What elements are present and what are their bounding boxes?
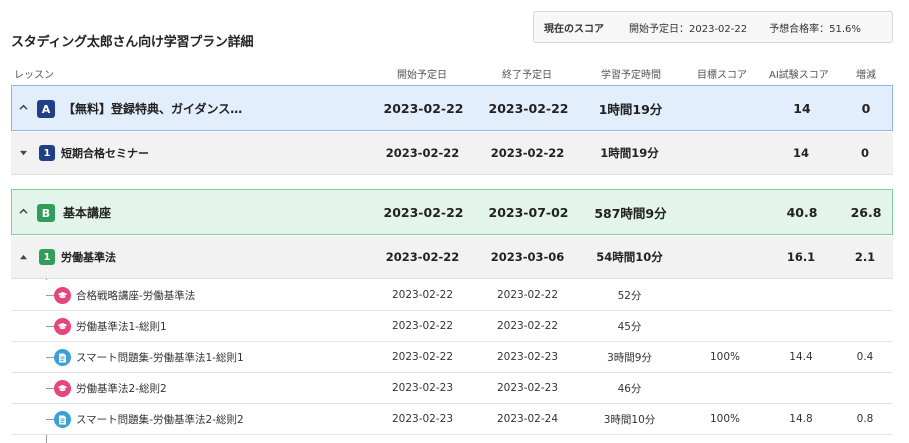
chevron-up-icon[interactable] [19, 103, 28, 112]
subsection-badge: 1 [39, 249, 55, 265]
table-header: レッスン 開始予定日 終了予定日 学習予定時間 目標スコア AI試験スコア 増減 [0, 66, 909, 82]
start-date: 2023-02-22 [383, 100, 464, 116]
ai-score: 14.4 [789, 351, 813, 363]
subsection-badge: 1 [39, 145, 55, 161]
end-date: 2023-02-23 [496, 351, 559, 363]
lesson-title[interactable]: 労働基準法1-総則1 [76, 311, 167, 341]
subsection-title: 労働基準法 [61, 251, 116, 264]
lesson-row[interactable]: 合格戦略講座-労働基準法 2023-02-22 2023-02-22 52分 [11, 280, 893, 311]
end-date: 2023-02-24 [496, 413, 559, 425]
score-diff [835, 280, 895, 310]
lesson-title[interactable]: 合格戦略講座-労働基準法 [76, 280, 195, 310]
section-title: 基本講座 [63, 205, 112, 220]
col-end: 終了予定日 [502, 70, 552, 81]
ai-score [760, 373, 842, 403]
study-time: 587時間9分 [594, 205, 667, 221]
predicted-pass-rate: 予想合格率：51.6% [769, 23, 861, 35]
start-date: 2023-02-23 [391, 413, 454, 425]
planned-start-date: 開始予定日：2023-02-22 [629, 23, 748, 35]
graduation-cap-icon [54, 380, 71, 397]
ai-score: 40.8 [786, 204, 818, 220]
score-diff: 0.4 [856, 351, 874, 363]
ai-score: 14 [792, 146, 809, 160]
start-date: 2023-02-22 [385, 250, 460, 264]
document-icon [54, 411, 71, 428]
current-score-panel: 現在のスコア 開始予定日：2023-02-22 予想合格率：51.6% [533, 11, 893, 43]
section-row-b[interactable]: B 基本講座 2023-02-22 2023-07-02 587時間9分 40.… [11, 189, 893, 235]
graduation-cap-icon [54, 287, 71, 304]
lesson-title[interactable]: スマート問題集-労働基準法1-総則1 [76, 342, 244, 372]
score-diff: 0 [860, 146, 869, 160]
study-time: 1時間19分 [600, 146, 659, 160]
study-time: 3時間10分 [603, 413, 656, 426]
target-score [677, 236, 773, 278]
score-diff: 2.1 [854, 250, 876, 264]
start-date: 2023-02-23 [391, 382, 454, 394]
study-time: 45分 [617, 320, 642, 333]
col-diff: 増減 [856, 70, 876, 81]
ai-score: 14 [793, 100, 811, 116]
col-lesson: レッスン [14, 70, 54, 81]
current-score-label: 現在のスコア [544, 23, 604, 35]
score-diff: 26.8 [850, 204, 882, 220]
end-date: 2023-07-02 [488, 204, 569, 220]
lesson-title[interactable]: スマート問題集-労働基準法2-総則2 [76, 404, 244, 434]
col-start: 開始予定日 [397, 70, 447, 81]
section-badge: A [37, 100, 55, 118]
ai-score [760, 311, 842, 341]
score-diff [835, 311, 895, 341]
end-date: 2023-02-23 [496, 382, 559, 394]
lesson-row[interactable]: 労働基準法1-総則1 2023-02-22 2023-02-22 45分 [11, 311, 893, 342]
end-date: 2023-02-22 [496, 289, 559, 301]
subsection-row[interactable]: 1 短期合格セミナー 2023-02-22 2023-02-22 1時間19分 … [11, 132, 893, 175]
lesson-row[interactable]: スマート問題集-労働基準法1-総則1 2023-02-22 2023-02-23… [11, 342, 893, 373]
study-time: 46分 [617, 382, 642, 395]
section-row-a[interactable]: A 【無料】登録特典、ガイダンス… 2023-02-22 2023-02-22 … [11, 85, 893, 131]
start-date: 2023-02-22 [383, 204, 464, 220]
start-date: 2023-02-22 [385, 146, 460, 160]
section-title: 【無料】登録特典、ガイダンス… [63, 101, 243, 116]
ai-score: 16.1 [786, 250, 816, 264]
col-ai: AI試験スコア [769, 70, 829, 81]
subsection-title: 短期合格セミナー [61, 147, 149, 160]
lesson-title[interactable]: 労働基準法2-総則2 [76, 373, 167, 403]
target-score [678, 86, 774, 130]
graduation-cap-icon [54, 318, 71, 335]
end-date: 2023-02-22 [488, 100, 569, 116]
study-time: 3時間9分 [607, 351, 652, 364]
col-target: 目標スコア [697, 70, 747, 81]
chevron-up-icon[interactable] [19, 207, 28, 216]
target-score [677, 280, 773, 310]
ai-score [760, 280, 842, 310]
document-icon [54, 349, 71, 366]
score-diff [835, 373, 895, 403]
col-time: 学習予定時間 [601, 70, 661, 81]
score-diff: 0.8 [856, 413, 874, 425]
study-time: 52分 [617, 289, 642, 302]
target-score [677, 373, 773, 403]
ai-score: 14.8 [789, 413, 813, 425]
target-score: 100% [709, 413, 741, 425]
target-score [677, 132, 773, 174]
target-score [678, 190, 774, 234]
caret-down-icon[interactable] [20, 150, 27, 157]
target-score [677, 311, 773, 341]
target-score: 100% [709, 351, 741, 363]
end-date: 2023-03-06 [490, 250, 565, 264]
study-time: 1時間19分 [598, 101, 663, 117]
page-title: スタディング太郎さん向け学習プラン詳細 [11, 35, 254, 50]
start-date: 2023-02-22 [391, 351, 454, 363]
subsection-row[interactable]: 1 労働基準法 2023-02-22 2023-03-06 54時間10分 16… [11, 236, 893, 279]
lesson-row[interactable]: スマート問題集-労働基準法2-総則2 2023-02-23 2023-02-24… [11, 404, 893, 435]
study-time: 54時間10分 [596, 250, 663, 264]
end-date: 2023-02-22 [490, 146, 565, 160]
start-date: 2023-02-22 [391, 320, 454, 332]
section-badge: B [37, 204, 55, 222]
caret-up-icon[interactable] [20, 254, 27, 261]
end-date: 2023-02-22 [496, 320, 559, 332]
start-date: 2023-02-22 [391, 289, 454, 301]
lesson-row[interactable]: 労働基準法2-総則2 2023-02-23 2023-02-23 46分 [11, 373, 893, 404]
score-diff: 0 [861, 100, 871, 116]
